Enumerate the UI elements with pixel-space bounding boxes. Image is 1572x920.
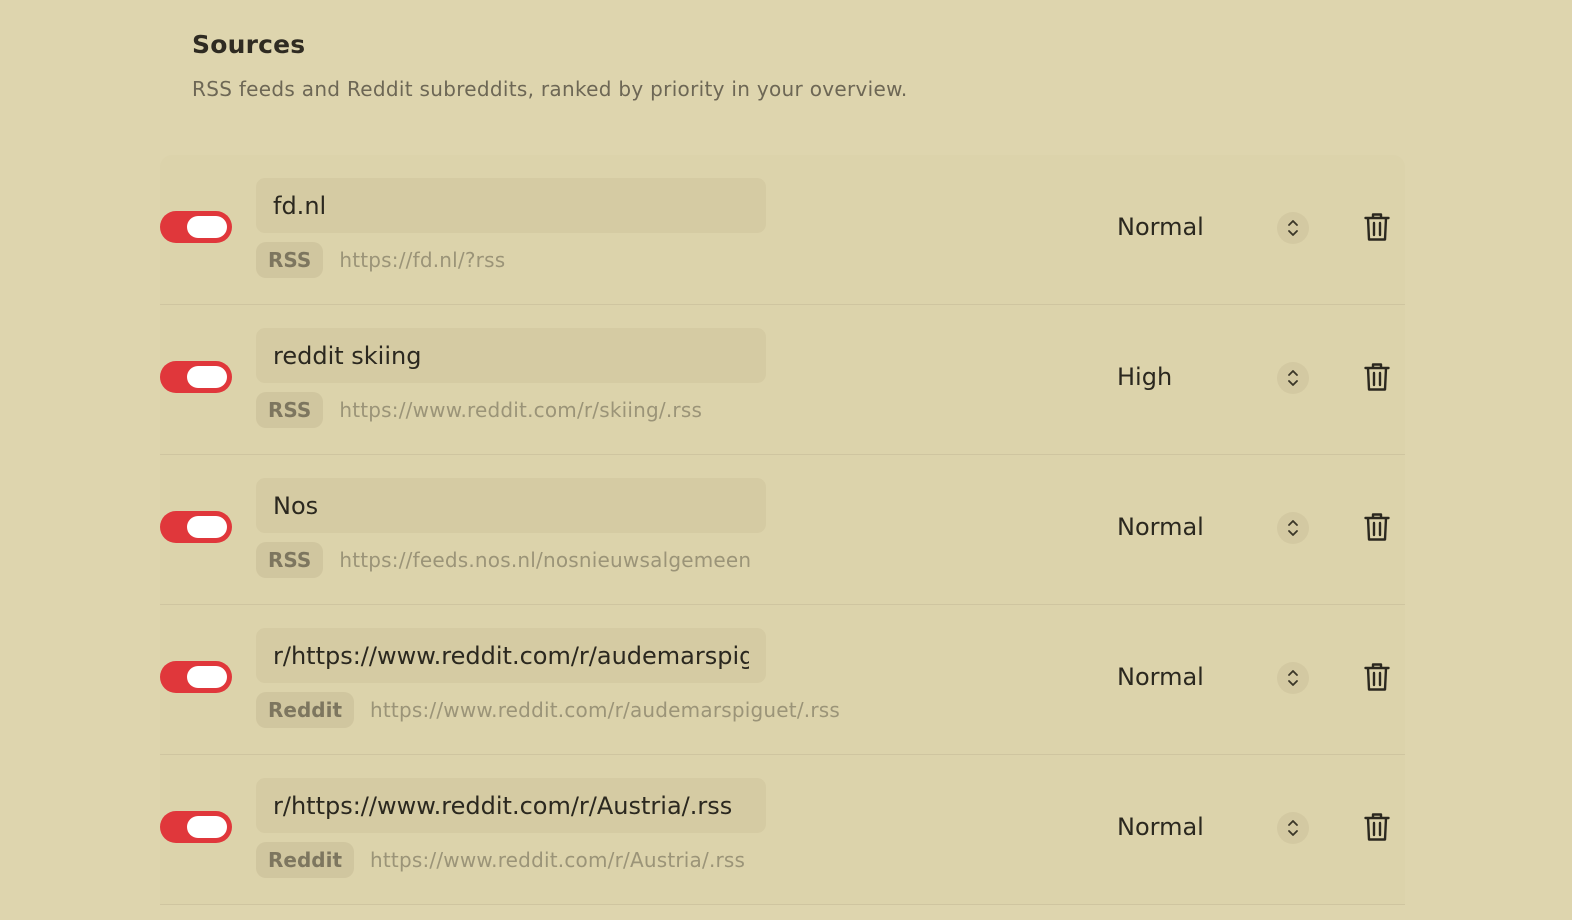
- source-meta: RSS https://fd.nl/?rss: [256, 242, 505, 278]
- source-row: RSS https://fd.nl/?rss Normal: [160, 155, 1405, 305]
- source-meta: Reddit https://www.reddit.com/r/Austria/…: [256, 842, 745, 878]
- source-name-input[interactable]: [256, 778, 766, 833]
- source-url: https://www.reddit.com/r/audemarspiguet/…: [370, 698, 840, 722]
- chevron-up-down-icon[interactable]: [1277, 812, 1309, 844]
- source-name-field[interactable]: [256, 478, 766, 533]
- source-name-field[interactable]: [256, 778, 766, 833]
- source-name-input[interactable]: [256, 478, 766, 533]
- toggle-knob: [187, 816, 227, 838]
- page-subtitle: RSS feeds and Reddit subreddits, ranked …: [192, 77, 908, 101]
- source-name-field[interactable]: [256, 628, 766, 683]
- priority-value: Normal: [1117, 663, 1204, 691]
- toggle-knob: [187, 366, 227, 388]
- source-url: https://fd.nl/?rss: [339, 248, 506, 272]
- priority-value: Normal: [1117, 213, 1204, 241]
- source-name-field[interactable]: [256, 328, 766, 383]
- source-enabled-toggle[interactable]: [160, 361, 232, 393]
- chevron-up-down-icon[interactable]: [1277, 662, 1309, 694]
- source-row: RSS https://feeds.nos.nl/nosnieuwsalgeme…: [160, 455, 1405, 605]
- source-type-badge: RSS: [256, 392, 324, 428]
- trash-icon[interactable]: [1360, 510, 1394, 544]
- source-type-badge: RSS: [256, 542, 324, 578]
- source-type-badge: RSS: [256, 242, 324, 278]
- trash-icon[interactable]: [1360, 360, 1394, 394]
- source-name-field[interactable]: [256, 178, 766, 233]
- source-enabled-toggle[interactable]: [160, 211, 232, 243]
- toggle-knob: [187, 666, 227, 688]
- source-name-input[interactable]: [256, 328, 766, 383]
- sources-header: Sources RSS feeds and Reddit subreddits,…: [192, 30, 908, 101]
- trash-icon[interactable]: [1360, 810, 1394, 844]
- source-row: Reddit https://www.reddit.com/r/audemars…: [160, 605, 1405, 755]
- source-meta: RSS https://feeds.nos.nl/nosnieuwsalgeme…: [256, 542, 751, 578]
- source-url: https://feeds.nos.nl/nosnieuwsalgemeen: [339, 548, 752, 572]
- chevron-up-down-icon[interactable]: [1277, 512, 1309, 544]
- source-type-badge: Reddit: [256, 842, 355, 878]
- toggle-knob: [187, 216, 227, 238]
- priority-value: Normal: [1117, 513, 1204, 541]
- source-name-input[interactable]: [256, 628, 766, 683]
- toggle-knob: [187, 516, 227, 538]
- chevron-up-down-icon[interactable]: [1277, 212, 1309, 244]
- page-title: Sources: [192, 30, 306, 59]
- source-enabled-toggle[interactable]: [160, 811, 232, 843]
- source-type-badge: Reddit: [256, 692, 355, 728]
- sources-list: RSS https://fd.nl/?rss Normal RSS https:…: [160, 155, 1405, 905]
- source-meta: RSS https://www.reddit.com/r/skiing/.rss: [256, 392, 702, 428]
- trash-icon[interactable]: [1360, 210, 1394, 244]
- priority-value: Normal: [1117, 813, 1204, 841]
- source-name-input[interactable]: [256, 178, 766, 233]
- source-meta: Reddit https://www.reddit.com/r/audemars…: [256, 692, 840, 728]
- trash-icon[interactable]: [1360, 660, 1394, 694]
- source-url: https://www.reddit.com/r/skiing/.rss: [339, 398, 703, 422]
- priority-value: High: [1117, 363, 1173, 391]
- source-enabled-toggle[interactable]: [160, 661, 232, 693]
- chevron-up-down-icon[interactable]: [1277, 362, 1309, 394]
- source-row: RSS https://www.reddit.com/r/skiing/.rss…: [160, 305, 1405, 455]
- source-url: https://www.reddit.com/r/Austria/.rss: [370, 848, 746, 872]
- source-row: Reddit https://www.reddit.com/r/Austria/…: [160, 755, 1405, 905]
- source-enabled-toggle[interactable]: [160, 511, 232, 543]
